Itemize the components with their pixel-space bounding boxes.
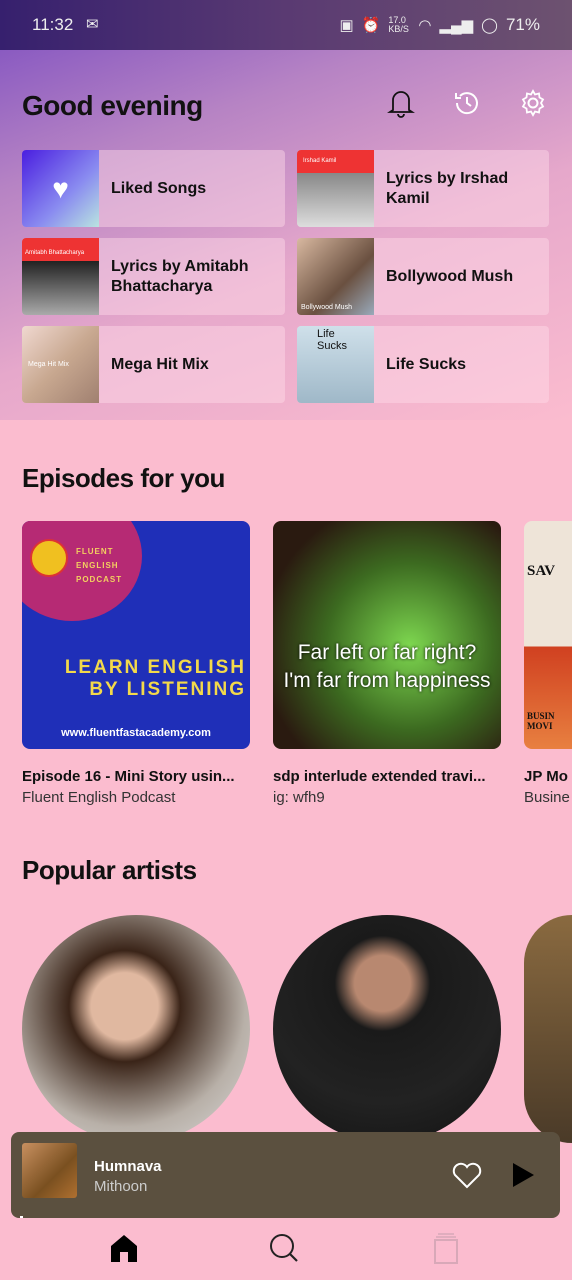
settings-button[interactable] [518,88,548,118]
art-text: Bollywood Mush [301,304,352,311]
art-text: SAV [527,563,556,579]
heart-icon: ♥ [52,172,69,204]
episode-card-art[interactable]: Far left or far right? I'm far from happ… [273,521,501,749]
nav-library[interactable] [426,1228,466,1268]
shortcut-label: Liked Songs [111,179,207,197]
recents-button[interactable] [452,88,482,118]
gmail-icon: ✉ [86,16,99,33]
wifi-icon: ◠ [418,17,432,34]
episode-title[interactable]: Episode 16 - Mini Story usin... [22,768,235,785]
episode-title[interactable]: sdp interlude extended travi... [273,768,486,785]
popular-artists-heading: Popular artists [22,855,197,885]
art-text: I'm far from happiness [283,669,491,692]
heart-outline-icon [452,1162,482,1189]
nfc-icon: ▣ [339,17,354,34]
episode-subtitle: ig: wfh9 [273,789,325,806]
library-icon [434,1233,458,1264]
notifications-button[interactable] [386,88,416,118]
search-icon [270,1234,298,1262]
track-title: Humnava [94,1158,162,1175]
episode-card-art[interactable]: SAV BUSIN MOVI [524,521,572,749]
episode-card-art[interactable]: FLUENT ENGLISH PODCAST LEARN ENGLISH BY … [22,521,250,749]
shortcut-irshad-kamil[interactable]: Irshad Kamil Lyrics by Irshad Kamil [297,150,549,227]
shortcut-label: Mega Hit Mix [111,355,209,373]
status-bar: 11:32 ✉ ▣ ⏰ 17.0 KB/S ◠ ▂▄▆ ◯ 71% [0,0,572,50]
shortcut-label: Lyrics by Irshad Kamil [386,169,509,207]
episodes-heading: Episodes for you [22,463,225,493]
like-button[interactable] [451,1160,483,1195]
art-text: BY LISTENING [89,679,246,700]
episode-subtitle: Busine [524,789,570,806]
track-artist: Mithoon [94,1178,148,1195]
page-title: Good evening [22,90,203,121]
art-text: Far left or far right? [297,641,477,664]
shortcut-label: Lyrics by Amitabh Bhattacharya [111,257,249,295]
nav-search[interactable] [264,1228,304,1268]
bell-icon [387,91,415,118]
play-icon [513,1163,534,1187]
now-playing-art [22,1143,77,1198]
shortcut-bollywood-mush[interactable]: Bollywood Mush Bollywood Mush [297,238,549,315]
shortcut-amitabh-bhattacharya[interactable]: Amitabh Bhattacharya Lyrics by Amitabh B… [22,238,285,315]
mini-player[interactable]: Humnava Mithoon [11,1132,560,1218]
art-text: Life Sucks [317,328,347,352]
shortcut-label: Life Sucks [386,355,467,373]
episode-title[interactable]: JP Mo [524,768,568,785]
art-text: www.fluentfastacademy.com [61,727,211,739]
art-text: Amitabh Bhattacharya [25,250,85,256]
bollywood-mush-art: Bollywood Mush [297,238,374,315]
alarm-icon: ⏰ [361,17,381,34]
art-text: Irshad Kamil [303,158,337,164]
artist-avatar[interactable] [22,915,250,1143]
shortcut-liked-songs[interactable]: ♥ Liked Songs [22,150,285,227]
play-button[interactable] [511,1162,535,1193]
art-text: FLUENT [76,547,114,556]
life-sucks-art: Life Sucks [297,326,374,403]
irshad-kamil-art: Irshad Kamil [297,150,374,227]
net-speed: 17.0 KB/S [388,15,409,34]
history-icon [455,92,478,115]
artist-avatar[interactable] [273,915,501,1143]
art-text: BUSIN MOVI [527,711,555,731]
battery-icon: ◯ [481,17,498,34]
gear-icon [521,89,545,117]
art-text: LEARN ENGLISH [64,657,246,678]
nav-home[interactable] [104,1228,144,1268]
amitabh-art: Amitabh Bhattacharya [22,238,99,315]
liked-songs-art: ♥ [22,150,99,227]
shortcut-label: Bollywood Mush [386,267,514,285]
art-text: ENGLISH [76,561,119,570]
signal-icon: ▂▄▆ [439,17,474,34]
playback-progress [20,1216,23,1218]
art-text: Mega Hit Mix [28,361,69,368]
mega-hit-mix-art: Mega Hit Mix [22,326,99,403]
artist-avatar[interactable] [524,915,572,1143]
home-icon [111,1235,137,1262]
status-time: 11:32 [32,15,74,34]
shortcut-mega-hit-mix[interactable]: Mega Hit Mix Mega Hit Mix [22,326,285,403]
episode-subtitle: Fluent English Podcast [22,789,176,806]
shortcut-life-sucks[interactable]: Life Sucks Life Sucks [297,326,549,403]
art-text: PODCAST [76,575,123,584]
battery-level: 71% [505,15,540,34]
